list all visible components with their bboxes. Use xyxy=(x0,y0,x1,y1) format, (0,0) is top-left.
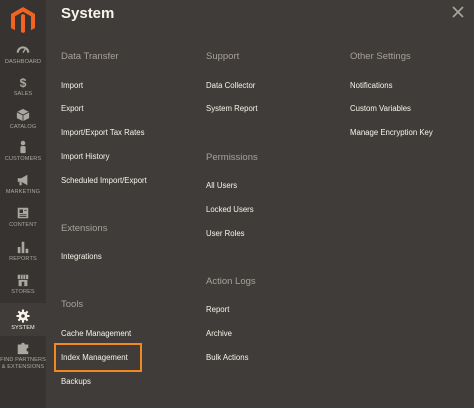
link-import[interactable]: Import xyxy=(61,81,83,90)
link-all-users[interactable]: All Users xyxy=(206,181,237,190)
nav-content[interactable]: CONTENT xyxy=(0,205,46,229)
nav-system-label: SYSTEM xyxy=(11,325,35,331)
link-system-report[interactable]: System Report xyxy=(206,104,258,113)
link-import-history[interactable]: Import History xyxy=(61,152,110,161)
content-icon xyxy=(17,207,29,219)
link-data-collector[interactable]: Data Collector xyxy=(206,81,255,90)
link-cache-management[interactable]: Cache Management xyxy=(61,329,131,338)
link-import-export-tax-rates[interactable]: Import/Export Tax Rates xyxy=(61,128,145,137)
system-menu-panel: System Data Transfer Import Export Impor… xyxy=(46,0,474,408)
section-title-action-logs: Action Logs xyxy=(206,276,256,287)
nav-dashboard-label: DASHBOARD xyxy=(4,59,42,65)
section-title-support: Support xyxy=(206,51,240,62)
nav-sales[interactable]: $ SALES xyxy=(0,74,46,98)
magento-logo[interactable] xyxy=(10,6,36,34)
dashboard-icon xyxy=(16,46,30,53)
link-bulk-actions[interactable]: Bulk Actions xyxy=(206,353,248,362)
box-icon xyxy=(16,108,30,122)
link-index-management[interactable]: Index Management xyxy=(61,353,128,362)
link-report[interactable]: Report xyxy=(206,305,229,314)
nav-reports-label: REPORTS xyxy=(9,256,37,262)
nav-customers[interactable]: CUSTOMERS xyxy=(0,139,46,163)
nav-stores-label: STORES xyxy=(11,289,35,295)
link-integrations[interactable]: Integrations xyxy=(61,252,102,261)
link-user-roles[interactable]: User Roles xyxy=(206,229,245,238)
link-archive[interactable]: Archive xyxy=(206,329,232,338)
section-title-tools: Tools xyxy=(61,299,84,310)
link-scheduled-import-export[interactable]: Scheduled Import/Export xyxy=(61,176,147,185)
nav-marketing-label: MARKETING xyxy=(5,189,41,195)
nav-reports[interactable]: REPORTS xyxy=(0,239,46,263)
link-export[interactable]: Export xyxy=(61,104,84,113)
link-custom-variables[interactable]: Custom Variables xyxy=(350,104,411,113)
dollar-icon: $ xyxy=(20,76,27,90)
nav-system[interactable]: SYSTEM xyxy=(0,303,46,336)
section-title-data-transfer: Data Transfer xyxy=(61,51,119,62)
store-icon xyxy=(17,274,29,287)
nav-customers-label: CUSTOMERS xyxy=(4,156,42,162)
nav-content-label: CONTENT xyxy=(9,222,37,228)
link-manage-encryption-key[interactable]: Manage Encryption Key xyxy=(350,128,433,137)
nav-find-partners[interactable]: FIND PARTNERS & EXTENSIONS xyxy=(0,340,46,371)
nav-find-partners-label-line1: FIND PARTNERS xyxy=(0,357,46,363)
nav-catalog-label: CATALOG xyxy=(9,124,37,130)
link-locked-users[interactable]: Locked Users xyxy=(206,205,254,214)
puzzle-icon xyxy=(17,342,29,355)
section-title-other-settings: Other Settings xyxy=(350,51,411,62)
bar-chart-icon xyxy=(17,241,29,254)
admin-sidebar: DASHBOARD $ SALES CATALOG CUSTOMERS MARK… xyxy=(0,0,46,408)
close-icon[interactable] xyxy=(450,4,466,20)
link-backups[interactable]: Backups xyxy=(61,377,91,386)
link-notifications[interactable]: Notifications xyxy=(350,81,392,90)
person-icon xyxy=(20,140,26,154)
nav-dashboard[interactable]: DASHBOARD xyxy=(0,42,46,66)
section-title-extensions: Extensions xyxy=(61,223,108,234)
nav-sales-label: SALES xyxy=(13,91,33,97)
svg-text:$: $ xyxy=(20,76,27,90)
panel-title: System xyxy=(61,5,115,22)
gear-icon xyxy=(16,309,30,323)
nav-marketing[interactable]: MARKETING xyxy=(0,172,46,196)
nav-stores[interactable]: STORES xyxy=(0,272,46,296)
megaphone-icon xyxy=(17,174,28,186)
nav-catalog[interactable]: CATALOG xyxy=(0,107,46,131)
section-title-permissions: Permissions xyxy=(206,152,258,163)
nav-find-partners-label-line2: & EXTENSIONS xyxy=(1,364,45,370)
